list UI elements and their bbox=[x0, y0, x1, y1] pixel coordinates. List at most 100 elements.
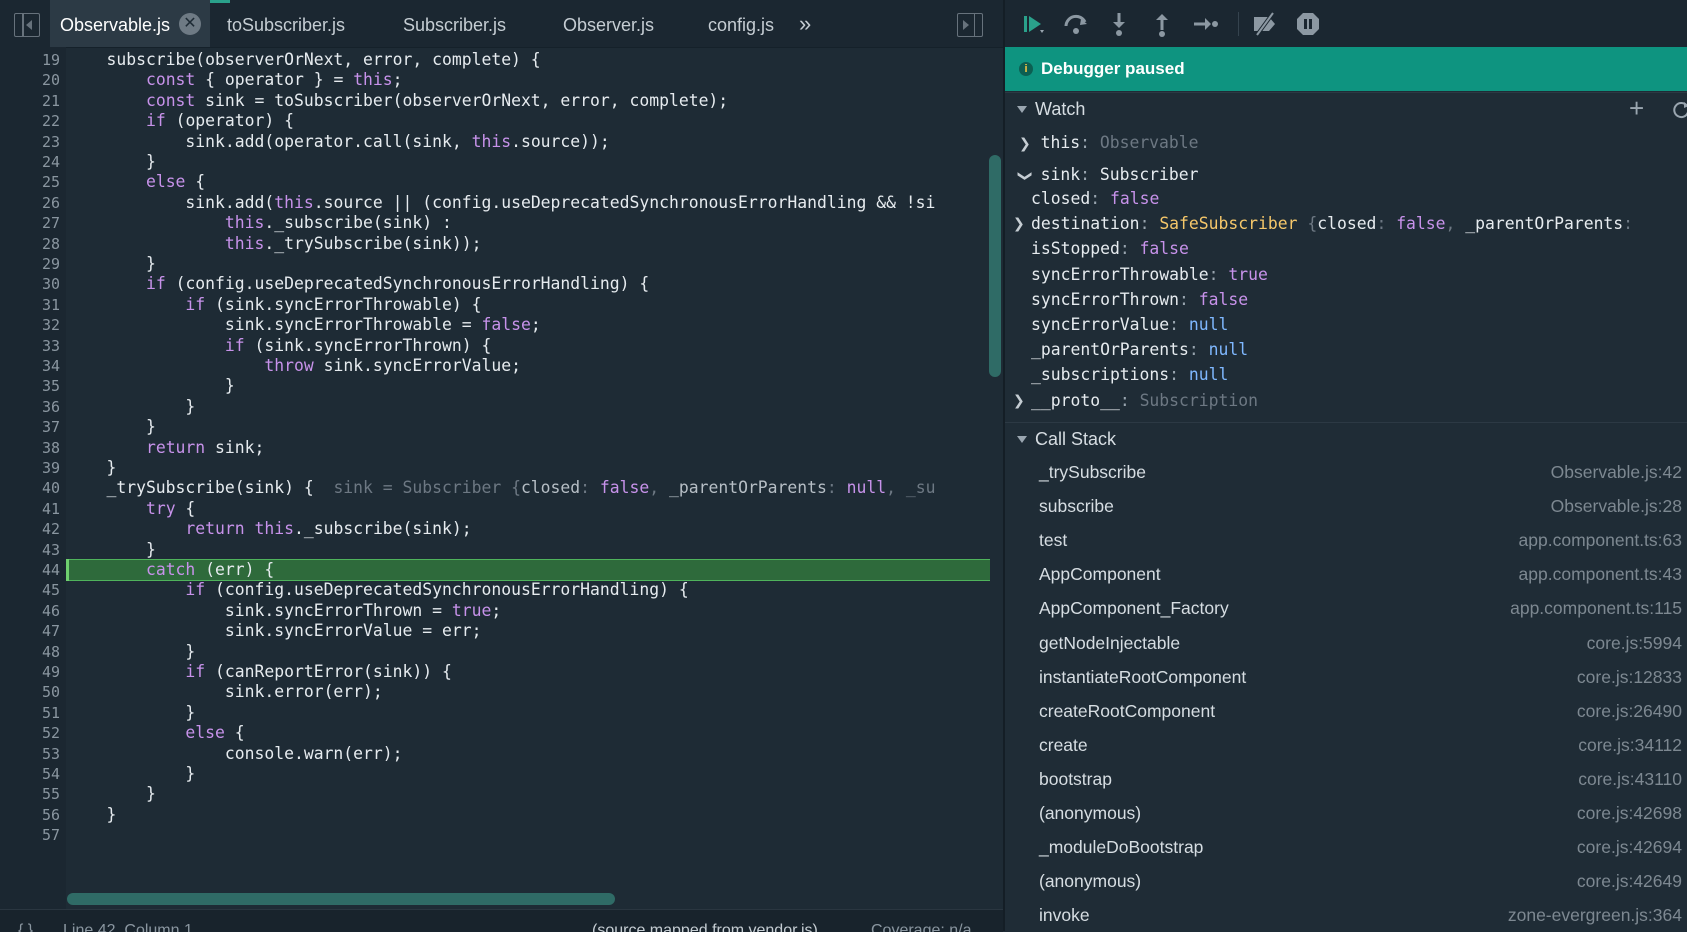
line-number[interactable]: 19 bbox=[0, 49, 60, 71]
line-number[interactable]: 33 bbox=[0, 335, 60, 357]
line-number[interactable]: 23 bbox=[0, 131, 60, 153]
property-value: true bbox=[1228, 264, 1268, 284]
line-number[interactable]: 26 bbox=[0, 192, 60, 214]
call-stack-frame[interactable]: AppComponent app.component.ts:43 bbox=[1005, 557, 1687, 591]
line-number[interactable]: 27 bbox=[0, 212, 60, 234]
watch-property-row[interactable]: closed: false bbox=[1031, 188, 1159, 210]
watch-property-row[interactable]: ❯ destination: SafeSubscriber {closed: fa… bbox=[1013, 213, 1633, 235]
paused-text: Debugger paused bbox=[1041, 59, 1185, 78]
toggle-sidebar-icon[interactable] bbox=[14, 13, 40, 37]
property-value: null bbox=[1208, 340, 1249, 360]
more-tabs-icon[interactable]: » bbox=[799, 0, 811, 47]
call-stack-frame[interactable]: subscribe Observable.js:28 bbox=[1005, 489, 1687, 523]
watch-header[interactable]: Watch + bbox=[1005, 92, 1687, 125]
property-value: false bbox=[1109, 189, 1160, 208]
call-stack-frame[interactable]: create core.js:34112 bbox=[1005, 728, 1687, 762]
line-number[interactable]: 32 bbox=[0, 314, 60, 336]
step-icon[interactable] bbox=[1191, 10, 1219, 38]
line-number[interactable]: 39 bbox=[0, 457, 60, 479]
call-stack-frame[interactable]: _moduleDoBootstrap core.js:42694 bbox=[1005, 830, 1687, 864]
line-number[interactable]: 49 bbox=[0, 661, 60, 683]
line-number[interactable]: 34 bbox=[0, 355, 60, 377]
line-number[interactable]: 47 bbox=[0, 620, 60, 642]
line-number[interactable]: 46 bbox=[0, 600, 60, 622]
code-line: } bbox=[67, 458, 117, 477]
line-number[interactable]: 38 bbox=[0, 437, 60, 459]
call-stack-frame[interactable]: invoke zone-evergreen.js:364 bbox=[1005, 898, 1687, 931]
line-number[interactable]: 42 bbox=[0, 518, 60, 540]
deactivate-breakpoints-icon[interactable] bbox=[1251, 10, 1279, 38]
refresh-icon[interactable] bbox=[1670, 99, 1687, 121]
line-number[interactable]: 31 bbox=[0, 294, 60, 316]
watch-item-sink[interactable]: ❯ sink: Subscriber bbox=[1017, 164, 1199, 187]
add-watch-icon[interactable]: + bbox=[1629, 93, 1644, 124]
line-number[interactable]: 35 bbox=[0, 375, 60, 397]
frame-function: createRootComponent bbox=[1039, 700, 1216, 721]
line-number[interactable]: 48 bbox=[0, 641, 60, 663]
line-number[interactable]: 41 bbox=[0, 498, 60, 520]
line-number[interactable]: 53 bbox=[0, 743, 60, 765]
line-number[interactable]: 37 bbox=[0, 416, 60, 438]
line-number[interactable]: 22 bbox=[0, 110, 60, 132]
close-tab-icon[interactable]: ✕ bbox=[179, 13, 201, 35]
watch-property-row[interactable]: syncErrorThrown: false bbox=[1031, 289, 1248, 311]
line-number[interactable]: 44 bbox=[0, 559, 60, 581]
line-number[interactable]: 56 bbox=[0, 804, 60, 826]
call-stack-frame[interactable]: createRootComponent core.js:26490 bbox=[1005, 694, 1687, 728]
watch-value: Subscriber bbox=[1099, 165, 1199, 184]
call-stack-frame[interactable]: _trySubscribe Observable.js:42 bbox=[1005, 455, 1687, 489]
resume-icon[interactable] bbox=[1019, 10, 1047, 38]
editor-tab-bar: Observable.js ✕ toSubscriber.js Subscrib… bbox=[0, 0, 1003, 48]
watch-property-row[interactable]: isStopped: false bbox=[1031, 238, 1189, 260]
horizontal-scrollbar[interactable] bbox=[67, 893, 615, 905]
step-out-icon[interactable] bbox=[1148, 10, 1176, 38]
code-line: else { bbox=[145, 172, 206, 192]
line-number[interactable]: 57 bbox=[0, 824, 60, 846]
line-number[interactable]: 52 bbox=[0, 722, 60, 744]
toggle-debugger-icon[interactable] bbox=[957, 13, 983, 37]
line-number-gutter: 19 20 21 22 23 24 25 26 27 28 29 30 31 32 33 34 35 36 37 38… bbox=[0, 47, 66, 909]
step-in-icon[interactable] bbox=[1105, 10, 1133, 38]
tab-tosubscriber-js[interactable]: toSubscriber.js bbox=[227, 0, 345, 47]
call-stack-frame[interactable]: (anonymous) core.js:42649 bbox=[1005, 864, 1687, 898]
line-number[interactable]: 45 bbox=[0, 579, 60, 601]
pause-on-exceptions-icon[interactable] bbox=[1294, 10, 1322, 38]
watch-property-row[interactable]: syncErrorThrowable: true bbox=[1031, 264, 1268, 286]
line-number[interactable]: 30 bbox=[0, 273, 60, 295]
code-line: if (canReportError(sink)) { bbox=[185, 662, 452, 681]
line-number[interactable]: 36 bbox=[0, 396, 60, 418]
tab-observable-js[interactable]: Observable.js ✕ bbox=[50, 0, 210, 47]
call-stack-frame[interactable]: getNodeInjectable core.js:5994 bbox=[1005, 626, 1687, 660]
code-line: } bbox=[67, 539, 156, 559]
frame-location: core.js:42649 bbox=[1576, 871, 1682, 892]
line-number[interactable]: 50 bbox=[0, 681, 60, 703]
step-over-icon[interactable] bbox=[1062, 10, 1090, 38]
line-number[interactable]: 54 bbox=[0, 763, 60, 785]
watch-property-row[interactable]: syncErrorValue: null bbox=[1031, 314, 1228, 336]
vertical-scrollbar[interactable] bbox=[989, 155, 1001, 377]
line-number[interactable]: 25 bbox=[0, 171, 60, 193]
watch-property-row[interactable]: _parentOrParents: null bbox=[1031, 339, 1248, 361]
tab-subscriber-js[interactable]: Subscriber.js bbox=[403, 0, 506, 47]
line-number[interactable]: 20 bbox=[0, 69, 60, 91]
watch-item-this[interactable]: ❯ this: Observable bbox=[1019, 132, 1199, 155]
call-stack-frame[interactable]: test app.component.ts:63 bbox=[1005, 523, 1687, 557]
line-number[interactable]: 28 bbox=[0, 233, 60, 255]
call-stack-frame[interactable]: instantiateRootComponent core.js:12833 bbox=[1005, 660, 1687, 694]
call-stack-frame[interactable]: (anonymous) core.js:42698 bbox=[1005, 796, 1687, 830]
call-stack-header[interactable]: Call Stack bbox=[1005, 422, 1687, 455]
code-line: } bbox=[67, 702, 196, 722]
call-stack-frame[interactable]: AppComponent_Factory app.component.ts:115 bbox=[1005, 591, 1687, 625]
tab-observer-js[interactable]: Observer.js bbox=[563, 0, 654, 47]
line-number[interactable]: 51 bbox=[0, 702, 60, 724]
line-number[interactable]: 55 bbox=[0, 783, 60, 805]
line-number[interactable]: 21 bbox=[0, 90, 60, 112]
watch-property-row[interactable]: ❯ __proto__: Subscription bbox=[1013, 390, 1258, 412]
line-number[interactable]: 43 bbox=[0, 539, 60, 561]
line-number[interactable]: 24 bbox=[0, 151, 60, 173]
watch-property-row[interactable]: _subscriptions: null bbox=[1031, 364, 1228, 386]
line-number[interactable]: 29 bbox=[0, 253, 60, 275]
line-number[interactable]: 40 bbox=[0, 477, 60, 499]
tab-config-js[interactable]: config.js bbox=[708, 0, 774, 47]
call-stack-frame[interactable]: bootstrap core.js:43110 bbox=[1005, 762, 1687, 796]
